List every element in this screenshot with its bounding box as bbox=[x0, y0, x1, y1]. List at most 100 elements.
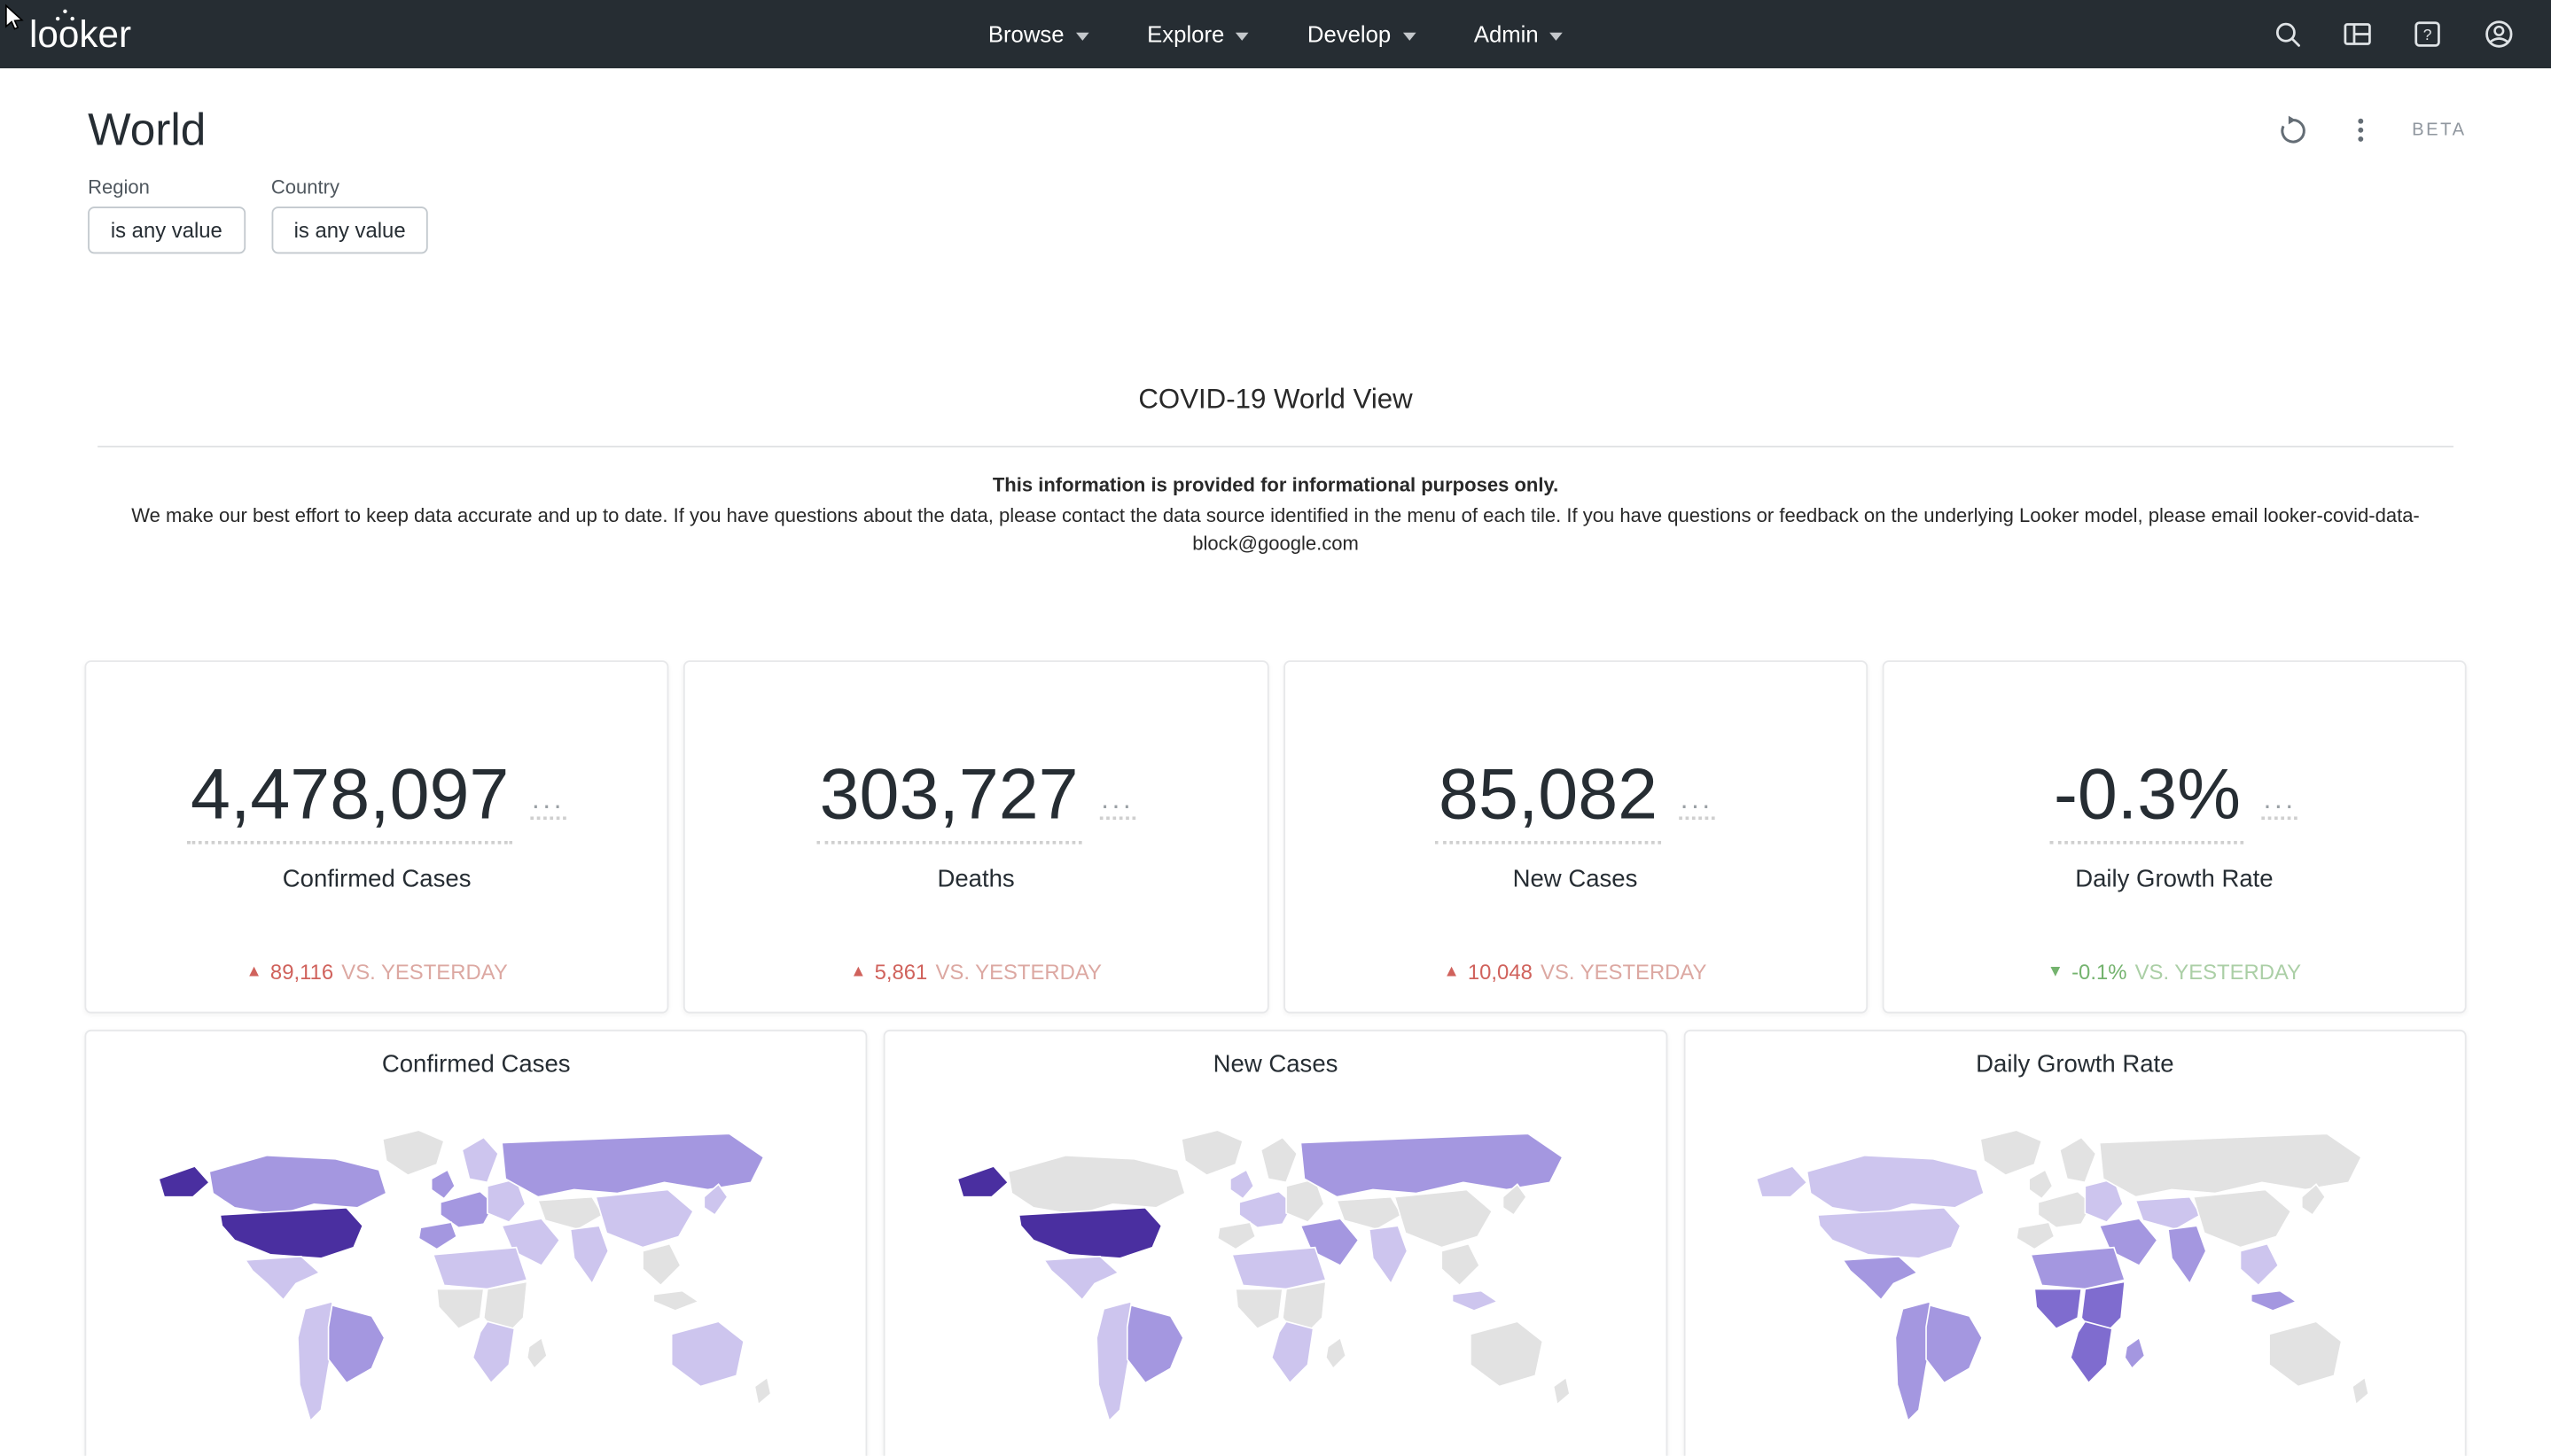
map-title: Daily Growth Rate bbox=[1685, 1051, 2465, 1078]
region-canada[interactable] bbox=[1008, 1156, 1185, 1215]
help-icon[interactable]: ? bbox=[2413, 19, 2442, 49]
region-iberia[interactable] bbox=[418, 1223, 456, 1250]
region-india[interactable] bbox=[2169, 1226, 2207, 1284]
region-southern-africa[interactable] bbox=[1272, 1322, 1314, 1383]
region-indonesia[interactable] bbox=[1453, 1291, 1498, 1311]
map-tile-confirmed-cases: Confirmed Cases bbox=[84, 1030, 867, 1455]
region-se-asia[interactable] bbox=[643, 1244, 681, 1286]
delta-arrow-icon: ▼ bbox=[2048, 963, 2063, 981]
region-china[interactable] bbox=[596, 1190, 693, 1248]
region-greenland[interactable] bbox=[1182, 1131, 1243, 1176]
region-australia[interactable] bbox=[1471, 1322, 1542, 1387]
region-central-asia[interactable] bbox=[2136, 1197, 2201, 1230]
region-se-asia[interactable] bbox=[2241, 1244, 2279, 1286]
world-map-daily-growth-rate[interactable] bbox=[1732, 1118, 2418, 1456]
region-greenland[interactable] bbox=[1981, 1131, 2042, 1176]
region-central-asia[interactable] bbox=[537, 1197, 602, 1230]
region-russia[interactable] bbox=[2100, 1134, 2361, 1197]
region-brazil[interactable] bbox=[1127, 1305, 1183, 1383]
region-west-africa[interactable] bbox=[436, 1289, 483, 1329]
region-uk[interactable] bbox=[2030, 1171, 2053, 1200]
region-new-zealand[interactable] bbox=[754, 1378, 770, 1405]
region-alaska[interactable] bbox=[159, 1167, 209, 1198]
region-china[interactable] bbox=[1394, 1190, 1492, 1248]
region-north-africa[interactable] bbox=[1232, 1248, 1326, 1289]
account-icon[interactable] bbox=[2483, 18, 2516, 51]
kpi-more-menu[interactable]: ... bbox=[1679, 786, 1715, 821]
kpi-more-menu[interactable]: ... bbox=[530, 786, 566, 821]
region-uk[interactable] bbox=[431, 1171, 454, 1200]
region-west-africa[interactable] bbox=[1236, 1289, 1283, 1329]
refresh-icon[interactable] bbox=[2277, 113, 2312, 148]
nav-item-develop[interactable]: Develop bbox=[1307, 21, 1416, 47]
region-australia[interactable] bbox=[2270, 1322, 2342, 1387]
filter-label: Region bbox=[88, 176, 245, 199]
region-alaska[interactable] bbox=[1757, 1167, 1807, 1198]
map-tile-new-cases: New Cases bbox=[884, 1030, 1666, 1455]
kpi-more-menu[interactable]: ... bbox=[1099, 786, 1135, 821]
region-greenland[interactable] bbox=[382, 1131, 443, 1176]
chevron-down-icon bbox=[1075, 32, 1088, 40]
region-southern-africa[interactable] bbox=[2071, 1322, 2113, 1383]
region-scandinavia[interactable] bbox=[2061, 1138, 2097, 1183]
region-india[interactable] bbox=[570, 1226, 608, 1284]
region-usa[interactable] bbox=[1819, 1208, 1962, 1258]
region-indonesia[interactable] bbox=[653, 1291, 698, 1311]
region-usa[interactable] bbox=[1019, 1208, 1162, 1258]
region-russia[interactable] bbox=[1301, 1134, 1563, 1197]
search-icon[interactable] bbox=[2273, 19, 2302, 49]
region-mexico[interactable] bbox=[1044, 1257, 1119, 1300]
region-indonesia[interactable] bbox=[2252, 1291, 2297, 1311]
region-russia[interactable] bbox=[502, 1134, 763, 1197]
region-usa[interactable] bbox=[220, 1208, 363, 1258]
region-canada[interactable] bbox=[209, 1156, 386, 1215]
filter-country-value-button[interactable]: is any value bbox=[271, 206, 428, 253]
region-north-africa[interactable] bbox=[433, 1248, 527, 1289]
world-map-confirmed-cases[interactable] bbox=[133, 1118, 819, 1456]
nav-item-explore[interactable]: Explore bbox=[1147, 21, 1249, 47]
region-madagascar[interactable] bbox=[1326, 1338, 1346, 1369]
region-new-zealand[interactable] bbox=[2353, 1378, 2369, 1405]
region-china[interactable] bbox=[2194, 1190, 2291, 1248]
kpi-value[interactable]: 85,082 bbox=[1435, 760, 1660, 845]
region-iberia[interactable] bbox=[2017, 1223, 2056, 1250]
region-australia[interactable] bbox=[671, 1322, 743, 1387]
dashboards-icon[interactable] bbox=[2343, 19, 2372, 49]
map-tile-daily-growth-rate: Daily Growth Rate bbox=[1683, 1030, 2466, 1455]
region-central-asia[interactable] bbox=[1337, 1197, 1401, 1230]
region-madagascar[interactable] bbox=[2126, 1338, 2145, 1369]
filter-region-value-button[interactable]: is any value bbox=[88, 206, 245, 253]
kpi-more-menu[interactable]: ... bbox=[2262, 786, 2298, 821]
kpi-value[interactable]: 4,478,097 bbox=[187, 760, 512, 845]
region-southern-africa[interactable] bbox=[472, 1322, 514, 1383]
nav-item-admin[interactable]: Admin bbox=[1474, 21, 1563, 47]
region-canada[interactable] bbox=[1807, 1156, 1985, 1215]
region-mexico[interactable] bbox=[245, 1257, 319, 1300]
kpi-value[interactable]: 303,727 bbox=[816, 760, 1081, 845]
region-north-africa[interactable] bbox=[2032, 1248, 2126, 1289]
region-brazil[interactable] bbox=[1927, 1305, 1983, 1383]
region-uk[interactable] bbox=[1230, 1171, 1253, 1200]
region-india[interactable] bbox=[1369, 1226, 1408, 1284]
region-iberia[interactable] bbox=[1218, 1223, 1256, 1250]
region-madagascar[interactable] bbox=[527, 1338, 546, 1369]
mouse-cursor bbox=[0, 4, 29, 33]
world-map-new-cases[interactable] bbox=[932, 1118, 1619, 1456]
region-west-africa[interactable] bbox=[2035, 1289, 2082, 1329]
region-mexico[interactable] bbox=[1844, 1257, 1918, 1300]
region-se-asia[interactable] bbox=[1441, 1244, 1479, 1286]
main-nav: Browse Explore Develop Admin bbox=[988, 21, 1563, 47]
region-new-zealand[interactable] bbox=[1554, 1378, 1570, 1405]
region-scandinavia[interactable] bbox=[462, 1138, 498, 1183]
nav-label: Browse bbox=[988, 21, 1065, 47]
nav-label: Admin bbox=[1474, 21, 1539, 47]
kpi-delta: ▲ 5,861 VS. YESTERDAY bbox=[850, 960, 1102, 985]
region-alaska[interactable] bbox=[957, 1167, 1008, 1198]
region-brazil[interactable] bbox=[328, 1305, 384, 1383]
region-scandinavia[interactable] bbox=[1261, 1138, 1298, 1183]
nav-item-browse[interactable]: Browse bbox=[988, 21, 1088, 47]
kpi-value[interactable]: -0.3% bbox=[2050, 760, 2243, 845]
looker-app: looker Browse Explore Develop Admin bbox=[0, 0, 2551, 1456]
looker-logo[interactable]: looker bbox=[29, 15, 131, 52]
kebab-menu-icon[interactable] bbox=[2347, 115, 2376, 144]
